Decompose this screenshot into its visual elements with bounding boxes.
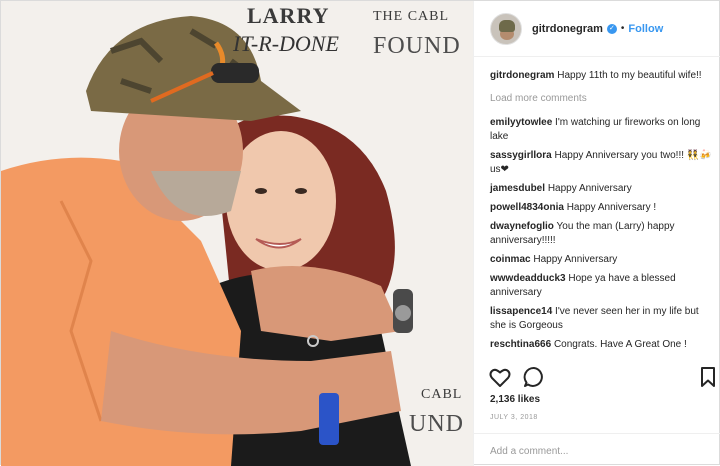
add-comment-input[interactable]: Add a comment... [474, 433, 720, 466]
avatar[interactable] [490, 12, 522, 45]
post-date[interactable]: JULY 3, 2018 [490, 414, 538, 421]
comment-item: jamesdubel Happy Anniversary [490, 182, 712, 196]
backdrop-larry-text: LARRY [247, 3, 330, 28]
backdrop-cable-lower-text: CABL [421, 387, 463, 402]
comment-item: wwwdeadduck3 Hope ya have a blessed anni… [490, 272, 712, 300]
caption-username[interactable]: gitrdonegram [490, 70, 554, 81]
comment-username[interactable]: powell4834onia [490, 202, 564, 213]
comment-icon[interactable] [522, 365, 546, 389]
action-bar [474, 363, 720, 391]
comment-username[interactable]: reschtina666 [490, 339, 551, 350]
post-side-panel: gitrdonegram ✓ • Follow gitrdonegram Hap… [473, 1, 720, 466]
comment-text: Happy Anniversary ! [566, 202, 657, 213]
comment-item: powell4834onia Happy Anniversary ! [490, 201, 712, 215]
backdrop-gitrdone-text: IT-R-DONE [233, 31, 339, 56]
backdrop-cable-text: THE CABL [373, 9, 450, 24]
backdrop-foundation-lower-text: UND [409, 411, 464, 437]
caption: gitrdonegram Happy 11th to my beautiful … [490, 69, 712, 83]
comment-item: coinmac Happy Anniversary [490, 253, 712, 267]
comment-username[interactable]: lissapence14 [490, 306, 552, 317]
load-more-comments-button[interactable]: Load more comments [490, 92, 712, 106]
post-photo[interactable]: LARRY THE CABL IT-R-DONE FOUND CABL UND [1, 1, 473, 466]
heart-icon[interactable] [488, 365, 512, 389]
comment-username[interactable]: dwaynefoglio [490, 221, 554, 232]
comment-item: emilyytowlee I'm watching ur fireworks o… [490, 116, 712, 144]
caption-text: Happy 11th to my beautiful wife!! [557, 70, 702, 81]
instagram-post-card: LARRY THE CABL IT-R-DONE FOUND CABL UND … [0, 0, 720, 466]
comment-text: Happy Anniversary [547, 183, 632, 194]
comment-username[interactable]: wwwdeadduck3 [490, 273, 566, 284]
comment-username[interactable]: coinmac [490, 254, 531, 265]
comment-item: sassygirllora Happy Anniversary you two!… [490, 149, 712, 177]
header-username[interactable]: gitrdonegram [532, 23, 603, 35]
bookmark-icon[interactable] [696, 365, 720, 389]
post-header: gitrdonegram ✓ • Follow [474, 1, 720, 57]
photo-illustration [1, 1, 473, 466]
comments-list: gitrdonegram Happy 11th to my beautiful … [490, 69, 712, 357]
comment-text: Congrats. Have A Great One ! [553, 339, 687, 350]
comment-item: reschtina666 Congrats. Have A Great One … [490, 338, 712, 352]
comment-username[interactable]: sassygirllora [490, 150, 552, 161]
verified-badge-icon: ✓ [606, 23, 617, 34]
likes-count[interactable]: 2,136 likes [490, 394, 540, 405]
follow-button[interactable]: Follow [628, 23, 663, 35]
header-separator: • [620, 23, 625, 34]
comment-item: lissapence14 I've never seen her in my l… [490, 305, 712, 333]
comment-username[interactable]: jamesdubel [490, 183, 545, 194]
comment-item: dwaynefoglio You the man (Larry) happy a… [490, 220, 712, 248]
comment-username[interactable]: emilyytowlee [490, 117, 552, 128]
comment-text: Happy Anniversary [533, 254, 618, 265]
backdrop-foundation-text: FOUND [373, 33, 461, 59]
